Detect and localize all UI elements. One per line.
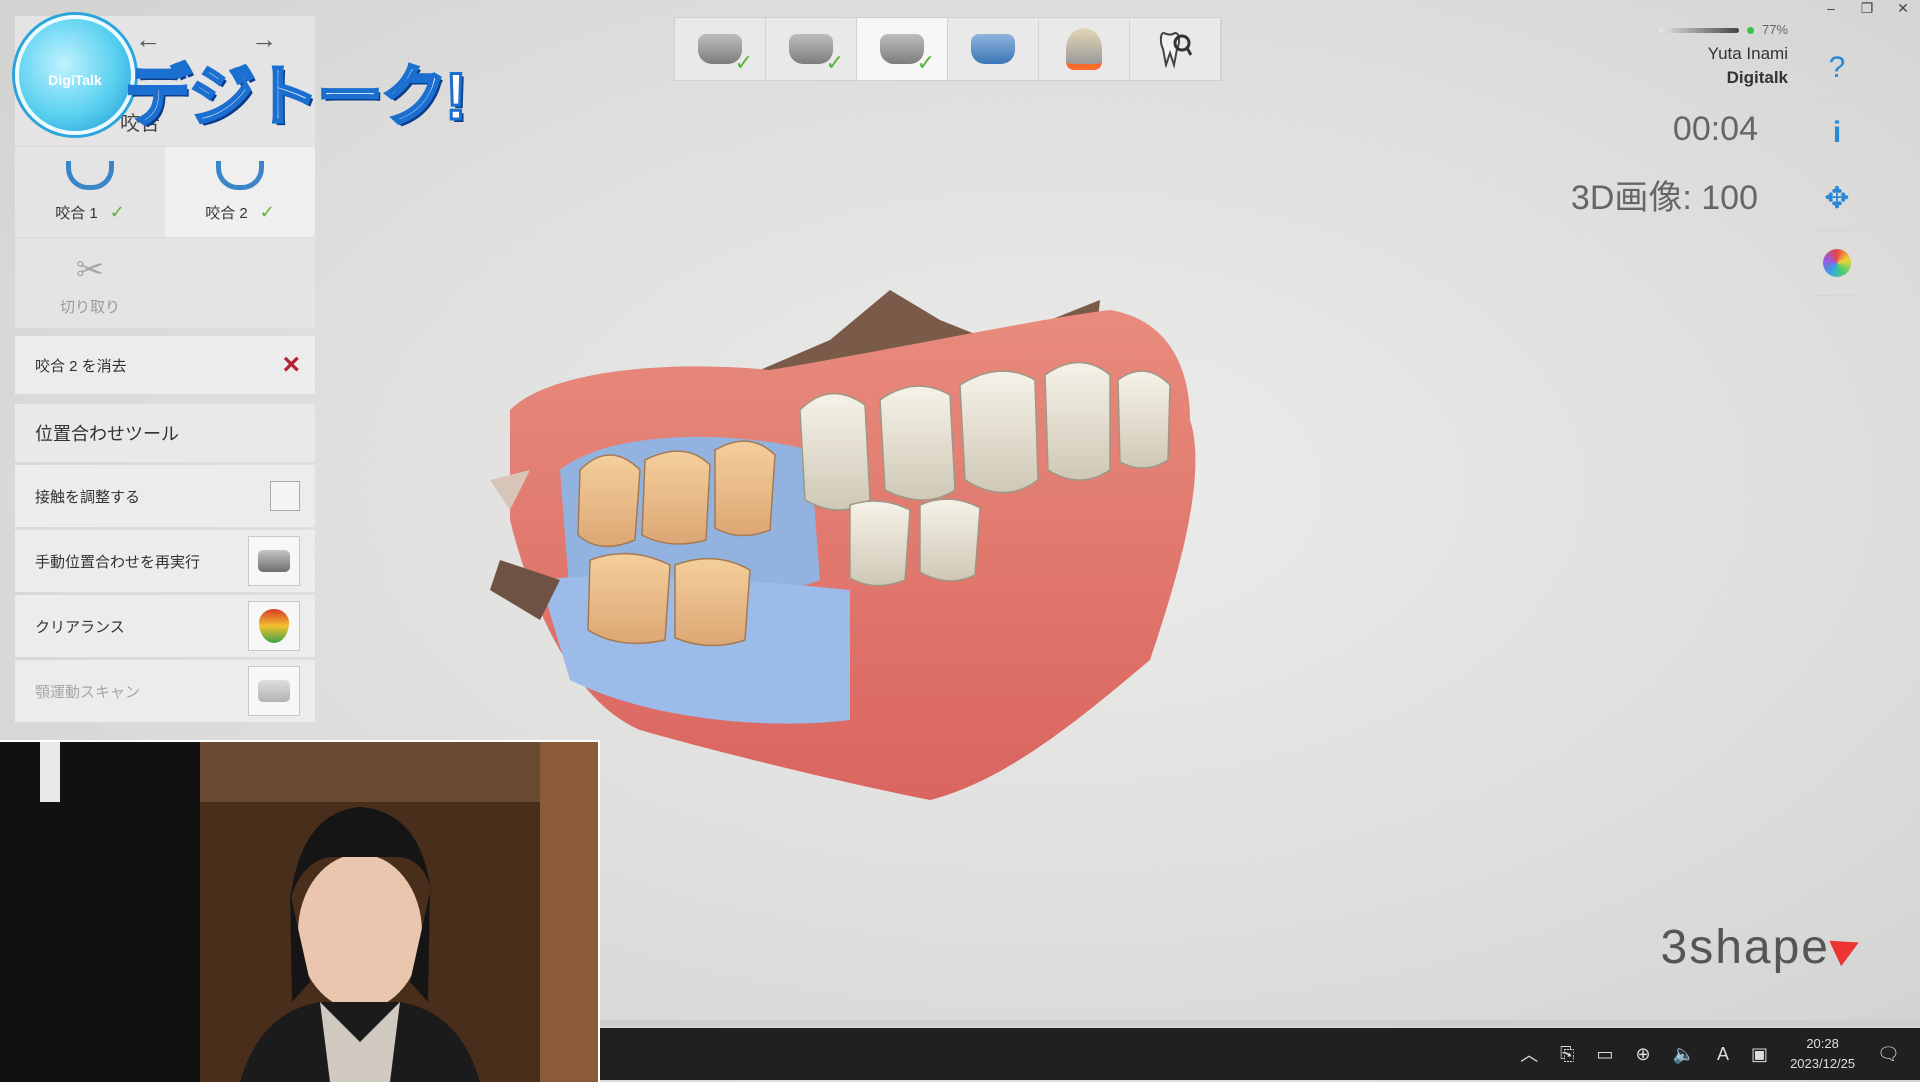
trim-tool[interactable]: ✂ 切り取り <box>15 237 165 328</box>
notification-icon[interactable]: 🗨 <box>1877 1044 1900 1065</box>
bite-scan-2[interactable]: 咬合 2 ✓ <box>165 146 315 237</box>
globe-icon[interactable]: ⊕ <box>1636 1044 1651 1065</box>
info-icon: i <box>1832 116 1842 149</box>
connected-dot-icon <box>1746 26 1754 34</box>
clock-date: 2023/12/25 <box>1790 1056 1856 1071</box>
help-icon: ? <box>1828 51 1846 84</box>
right-toolbar: ? i ✥ <box>1812 36 1862 296</box>
trim-label: 切り取り <box>59 298 120 316</box>
check-icon: ✓ <box>109 202 125 222</box>
clearance-icon <box>1066 28 1102 70</box>
move-button[interactable]: ✥ <box>1812 166 1862 231</box>
taskbar-clock[interactable]: 20:28 2023/12/25 <box>1790 1034 1855 1074</box>
jaw-motion-icon <box>258 680 290 702</box>
dental-3d-model[interactable] <box>470 280 1350 820</box>
system-taskbar: ︿ ⎘ ▭ ⊕ 🔈 A ▣ 20:28 2023/12/25 🗨 <box>600 1028 1920 1080</box>
delete-x-icon[interactable]: × <box>282 348 300 382</box>
close-icon[interactable]: ✕ <box>1894 0 1912 17</box>
delete-bite-2-label: 咬合 2 を消去 <box>35 357 127 375</box>
jaw-arch-icon <box>66 161 114 190</box>
check-icon: ✓ <box>734 50 753 75</box>
ime-indicator[interactable]: A <box>1717 1044 1729 1065</box>
clock-time: 20:28 <box>1806 1036 1839 1051</box>
battery-icon[interactable]: ▭ <box>1597 1044 1614 1065</box>
bite-blue-icon <box>971 34 1015 64</box>
clearance-label: クリアランス <box>35 618 125 636</box>
move-icon: ✥ <box>1824 181 1850 215</box>
jaw-arch-icon <box>216 161 264 190</box>
speaker-icon[interactable]: 🔈 <box>1673 1044 1695 1065</box>
scan-timer: 00:04 <box>1672 110 1758 148</box>
bite-scan-1-label: 咬合 1 <box>55 205 98 222</box>
ime-icon[interactable]: ▣ <box>1751 1044 1768 1065</box>
3d-image-count: 3D画像: 100 <box>1570 179 1758 217</box>
bite-scan-1[interactable]: 咬合 1 ✓ <box>15 146 165 237</box>
digitalk-logo: DigiTalk デジトーク! <box>15 15 468 135</box>
step-bite-blue[interactable] <box>948 18 1039 80</box>
logo-tooth-badge: DigiTalk <box>15 15 135 135</box>
check-icon: ✓ <box>825 50 844 75</box>
clearance-map-icon <box>259 609 289 643</box>
camera-icon[interactable]: ⎘ <box>1560 1044 1574 1065</box>
presenter-video-inset <box>0 740 600 1082</box>
adjust-contact-row[interactable]: 接触を調整する <box>15 465 315 527</box>
minimize-icon[interactable]: – <box>1822 0 1840 17</box>
window-controls: – ❐ ✕ <box>1822 0 1912 17</box>
check-icon: ✓ <box>259 202 275 222</box>
battery-level: 77% <box>1761 22 1788 37</box>
step-clearance[interactable] <box>1039 18 1130 80</box>
horizontal-scroll-track <box>600 1020 1920 1026</box>
bite-scan-grid: 咬合 1 ✓ 咬合 2 ✓ ✂ 切り取り <box>15 146 315 328</box>
jaw-motion-scan-button[interactable] <box>248 666 300 716</box>
scissors-icon: ✂ <box>75 250 105 289</box>
help-button[interactable]: ? <box>1812 36 1862 101</box>
step-bite[interactable]: ✓ <box>857 18 948 80</box>
user-info: 77% Yuta Inami Digitalk <box>1658 18 1788 90</box>
color-button[interactable] <box>1812 231 1862 296</box>
brand-logo: 3shape <box>1660 920 1865 975</box>
jaw-align-icon <box>258 550 290 572</box>
logo-title: デジトーク! <box>124 58 469 135</box>
manual-align-row[interactable]: 手動位置合わせを再実行 <box>15 530 315 592</box>
step-upper-jaw[interactable]: ✓ <box>675 18 766 80</box>
jaw-motion-scan-row[interactable]: 顎運動スキャン <box>15 660 315 722</box>
step-tooth-inspect[interactable] <box>1130 18 1221 80</box>
empty-cell <box>165 237 315 328</box>
scanner-icon <box>1658 27 1739 33</box>
scanner-status: 77% <box>1658 18 1788 42</box>
brand-name: 3shape <box>1660 921 1830 974</box>
tooth-magnifier-icon <box>1159 31 1192 69</box>
alignment-tools-title: 位置合わせツール <box>15 404 315 462</box>
color-wheel-icon <box>1823 249 1851 277</box>
manual-align-button[interactable] <box>248 536 300 586</box>
delete-bite-2-row[interactable]: 咬合 2 を消去 × <box>15 336 315 394</box>
restore-icon[interactable]: ❐ <box>1858 0 1876 17</box>
jaw-motion-scan-label: 顎運動スキャン <box>35 683 141 701</box>
clearance-button[interactable] <box>248 601 300 651</box>
check-icon: ✓ <box>916 50 935 75</box>
clearance-row[interactable]: クリアランス <box>15 595 315 657</box>
chevron-up-icon[interactable]: ︿ <box>1520 1041 1538 1067</box>
user-name: Yuta Inami <box>1707 44 1788 63</box>
manual-align-label: 手動位置合わせを再実行 <box>35 553 201 571</box>
step-lower-jaw[interactable]: ✓ <box>766 18 857 80</box>
adjust-contact-label: 接触を調整する <box>35 488 141 506</box>
bite-scan-2-label: 咬合 2 <box>205 205 248 222</box>
logo-small-text: DigiTalk <box>48 72 102 88</box>
brand-triangle-icon <box>1829 929 1865 966</box>
workflow-step-bar: ✓ ✓ ✓ <box>674 17 1222 81</box>
user-org: Digitalk <box>1726 68 1788 87</box>
info-button[interactable]: i <box>1812 101 1862 166</box>
adjust-contact-checkbox[interactable] <box>270 481 300 511</box>
